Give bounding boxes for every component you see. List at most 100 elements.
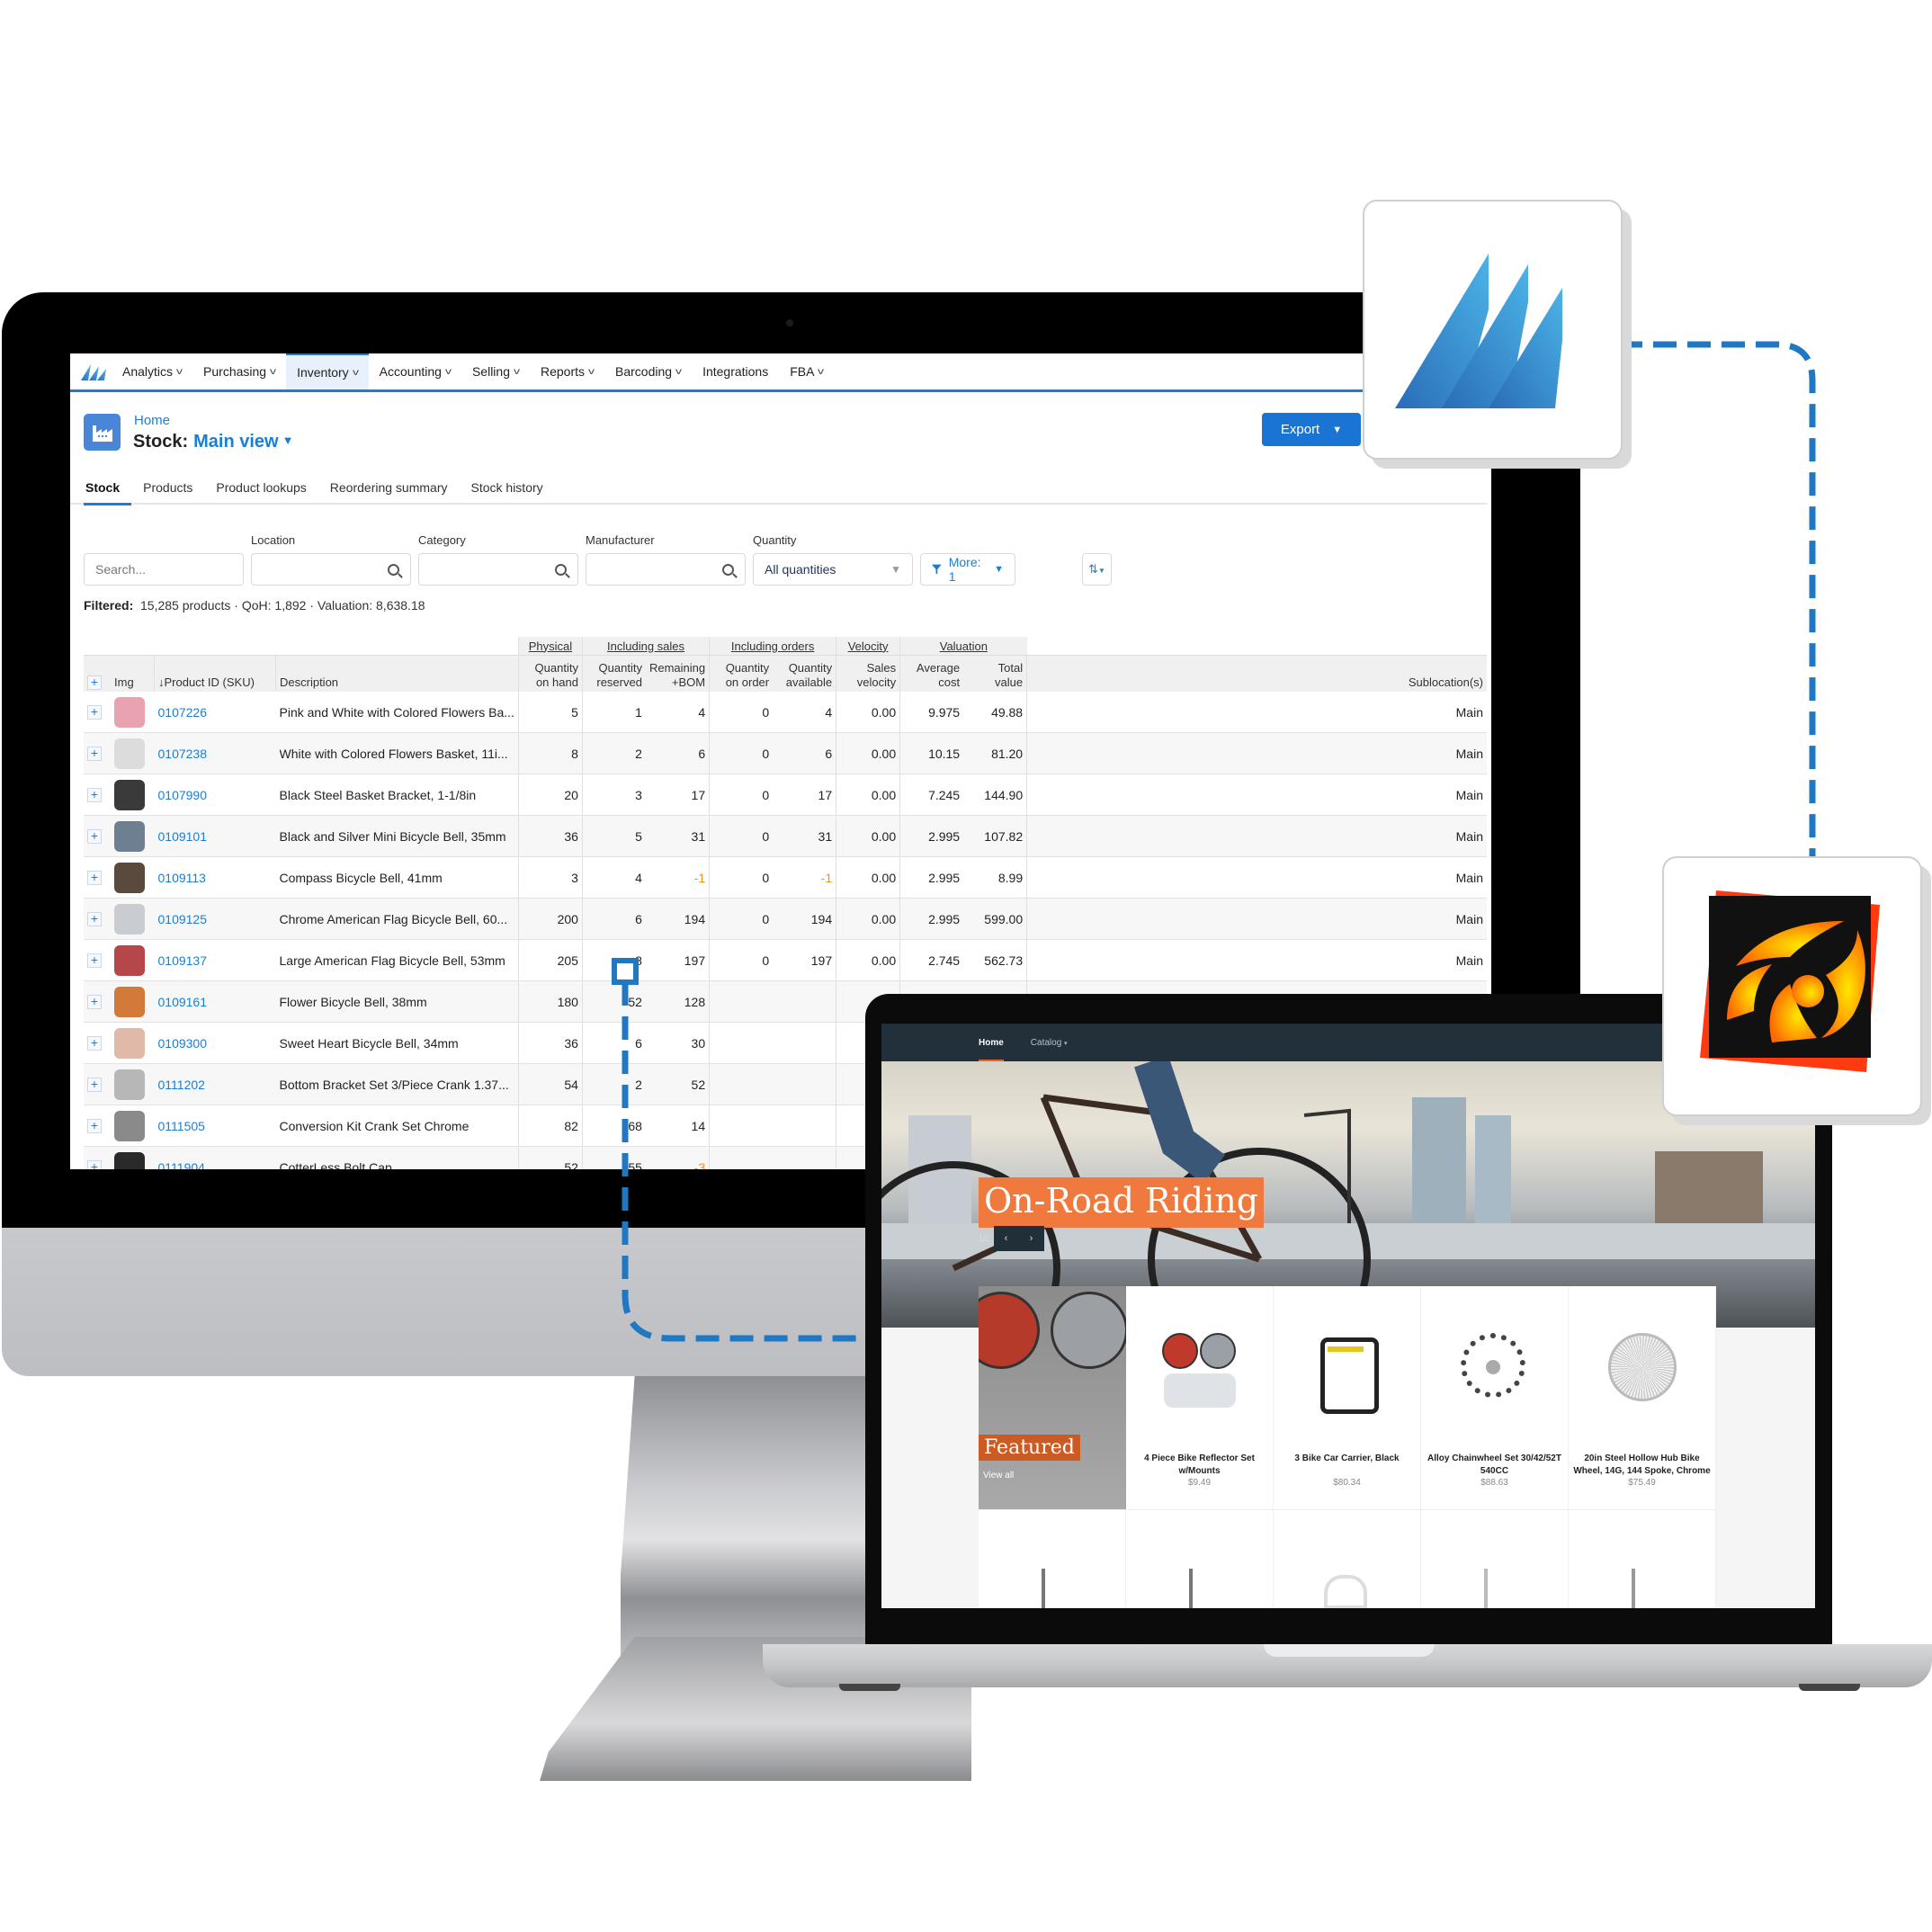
- nav-item-reports[interactable]: Reports v: [530, 353, 604, 389]
- product-card[interactable]: [1421, 1510, 1569, 1608]
- sku-link[interactable]: 0109113: [158, 871, 206, 885]
- view-all-link[interactable]: View all: [983, 1471, 1014, 1480]
- table-row[interactable]: +0107226 Pink and White with Colored Flow…: [84, 692, 1487, 733]
- col-sales-velocity[interactable]: Sales velocity: [836, 655, 900, 692]
- avgcost-cell: 2.745: [899, 939, 964, 981]
- group-valuation[interactable]: Valuation: [899, 637, 1027, 656]
- expand-row-icon[interactable]: +: [87, 1160, 102, 1169]
- sku-link[interactable]: 0107238: [158, 747, 208, 761]
- group-physical[interactable]: Physical: [517, 637, 583, 656]
- sku-link[interactable]: 0109161: [158, 995, 208, 1009]
- sku-link[interactable]: 0111904: [158, 1160, 205, 1170]
- more-filters-button[interactable]: More: 1 ▼: [920, 553, 1015, 586]
- col-remaining-bom[interactable]: Remaining +BOM: [645, 655, 710, 692]
- table-row[interactable]: +0109125 Chrome American Flag Bicycle Bel…: [84, 898, 1487, 940]
- nav-item-analytics[interactable]: Analytics v: [112, 353, 192, 389]
- expand-row-icon[interactable]: +: [87, 871, 102, 885]
- sku-link[interactable]: 0109300: [158, 1036, 208, 1051]
- expand-row-icon[interactable]: +: [87, 1036, 102, 1051]
- product-card[interactable]: 3 Bike Car Carrier, Black $80.34: [1274, 1286, 1421, 1509]
- location-input[interactable]: [251, 553, 411, 586]
- sku-link[interactable]: 0111505: [158, 1119, 205, 1133]
- app-logo-icon[interactable]: [76, 353, 112, 389]
- tab-stock-history[interactable]: Stock history: [460, 472, 555, 503]
- product-card[interactable]: [1569, 1510, 1716, 1608]
- sku-link[interactable]: 0107226: [158, 705, 208, 720]
- nav-item-purchasing[interactable]: Purchasing v: [192, 353, 286, 389]
- sku-link[interactable]: 0109125: [158, 912, 208, 926]
- table-row[interactable]: +0107990 Black Steel Basket Bracket, 1-1/…: [84, 774, 1487, 816]
- view-selector[interactable]: Main view: [193, 432, 278, 452]
- product-grid: 4 Piece Bike Reflector Set w/Mounts $9.49…: [1126, 1286, 1716, 1509]
- category-input[interactable]: [418, 553, 578, 586]
- col-description[interactable]: Description: [275, 655, 519, 692]
- product-card[interactable]: [1274, 1510, 1421, 1608]
- col-qty-on-order[interactable]: Quantity on order: [709, 655, 774, 692]
- expand-all-icon[interactable]: +: [87, 675, 102, 690]
- velocity-cell: 0.00: [836, 692, 900, 733]
- nav-item-accounting[interactable]: Accounting v: [369, 353, 461, 389]
- nav-item-barcoding[interactable]: Barcoding v: [604, 353, 692, 389]
- tab-products[interactable]: Products: [131, 472, 204, 503]
- search-input[interactable]: Search...: [84, 553, 244, 586]
- breadcrumb-home[interactable]: Home: [134, 413, 170, 428]
- onhand-cell: 36: [517, 815, 583, 857]
- nav-item-selling[interactable]: Selling v: [461, 353, 530, 389]
- group-including-orders[interactable]: Including orders: [709, 637, 836, 656]
- col-qty-available[interactable]: Quantity available: [773, 655, 836, 692]
- tab-reordering-summary[interactable]: Reordering summary: [318, 472, 460, 503]
- product-name[interactable]: Alloy Chainwheel Set 30/42/52T 540CC: [1425, 1453, 1564, 1478]
- sort-button[interactable]: ⇅▼: [1082, 553, 1112, 586]
- nav-item-integrations[interactable]: Integrations: [692, 353, 779, 389]
- table-row[interactable]: +0107238 White with Colored Flowers Baske…: [84, 732, 1487, 774]
- expand-row-icon[interactable]: +: [87, 747, 102, 761]
- manufacturer-input[interactable]: [586, 553, 746, 586]
- nav-item-fba[interactable]: FBA v: [779, 353, 834, 389]
- expand-row-icon[interactable]: +: [87, 1119, 102, 1133]
- product-card[interactable]: 4 Piece Bike Reflector Set w/Mounts $9.49: [1126, 1286, 1274, 1509]
- product-card[interactable]: [1126, 1510, 1274, 1608]
- product-card[interactable]: 20in Steel Hollow Hub Bike Wheel, 14G, 1…: [1569, 1286, 1716, 1509]
- product-name[interactable]: 20in Steel Hollow Hub Bike Wheel, 14G, 1…: [1572, 1453, 1712, 1478]
- product-name[interactable]: 3 Bike Car Carrier, Black: [1277, 1453, 1417, 1465]
- tab-product-lookups[interactable]: Product lookups: [204, 472, 318, 503]
- featured-tile[interactable]: Featured View all: [979, 1286, 1126, 1509]
- table-row[interactable]: +0109101 Black and Silver Mini Bicycle Be…: [84, 815, 1487, 857]
- remaining-cell: -1: [645, 856, 710, 899]
- product-card[interactable]: [979, 1510, 1126, 1608]
- prev-slide-button[interactable]: ‹: [993, 1226, 1019, 1251]
- quantity-select[interactable]: All quantities ▼: [753, 553, 913, 586]
- expand-row-icon[interactable]: +: [87, 1078, 102, 1092]
- sku-link[interactable]: 0109101: [158, 829, 208, 844]
- expand-row-icon[interactable]: +: [87, 705, 102, 720]
- expand-row-icon[interactable]: +: [87, 953, 102, 968]
- col-qty-on-hand[interactable]: Quantity on hand: [517, 655, 583, 692]
- col-total-value[interactable]: Total value: [963, 655, 1027, 692]
- expand-row-icon[interactable]: +: [87, 912, 102, 926]
- sku-link[interactable]: 0111202: [158, 1078, 205, 1092]
- col-sublocations[interactable]: Sublocation(s): [1026, 655, 1487, 692]
- product-card[interactable]: Alloy Chainwheel Set 30/42/52T 540CC $88.…: [1421, 1286, 1569, 1509]
- caret-down-icon[interactable]: ▼: [282, 434, 294, 447]
- store-nav-home[interactable]: Home: [979, 1038, 1004, 1061]
- group-including-sales[interactable]: Including sales: [581, 637, 710, 656]
- col-img[interactable]: Img: [111, 655, 155, 692]
- table-row[interactable]: +0109113 Compass Bicycle Bell, 41mm 3 4 -1 0-…: [84, 856, 1487, 899]
- table-row[interactable]: +0109137 Large American Flag Bicycle Bell…: [84, 939, 1487, 981]
- product-image: [1155, 1333, 1245, 1412]
- group-velocity[interactable]: Velocity: [836, 637, 900, 656]
- sku-link[interactable]: 0107990: [158, 788, 208, 802]
- col-average-cost[interactable]: Average cost: [899, 655, 964, 692]
- expand-row-icon[interactable]: +: [87, 788, 102, 802]
- store-nav-catalog[interactable]: Catalog ▾: [1031, 1038, 1068, 1048]
- col-qty-reserved[interactable]: Quantity reserved: [581, 655, 646, 692]
- nav-item-inventory[interactable]: Inventory v: [286, 353, 369, 389]
- product-name[interactable]: 4 Piece Bike Reflector Set w/Mounts: [1130, 1453, 1269, 1478]
- export-button[interactable]: Export ▼: [1262, 413, 1361, 446]
- tab-stock[interactable]: Stock: [84, 472, 132, 505]
- col-sku[interactable]: ↓Product ID (SKU): [154, 655, 276, 692]
- sku-link[interactable]: 0109137: [158, 953, 208, 968]
- expand-row-icon[interactable]: +: [87, 829, 102, 844]
- next-slide-button[interactable]: ›: [1018, 1226, 1044, 1251]
- expand-row-icon[interactable]: +: [87, 995, 102, 1009]
